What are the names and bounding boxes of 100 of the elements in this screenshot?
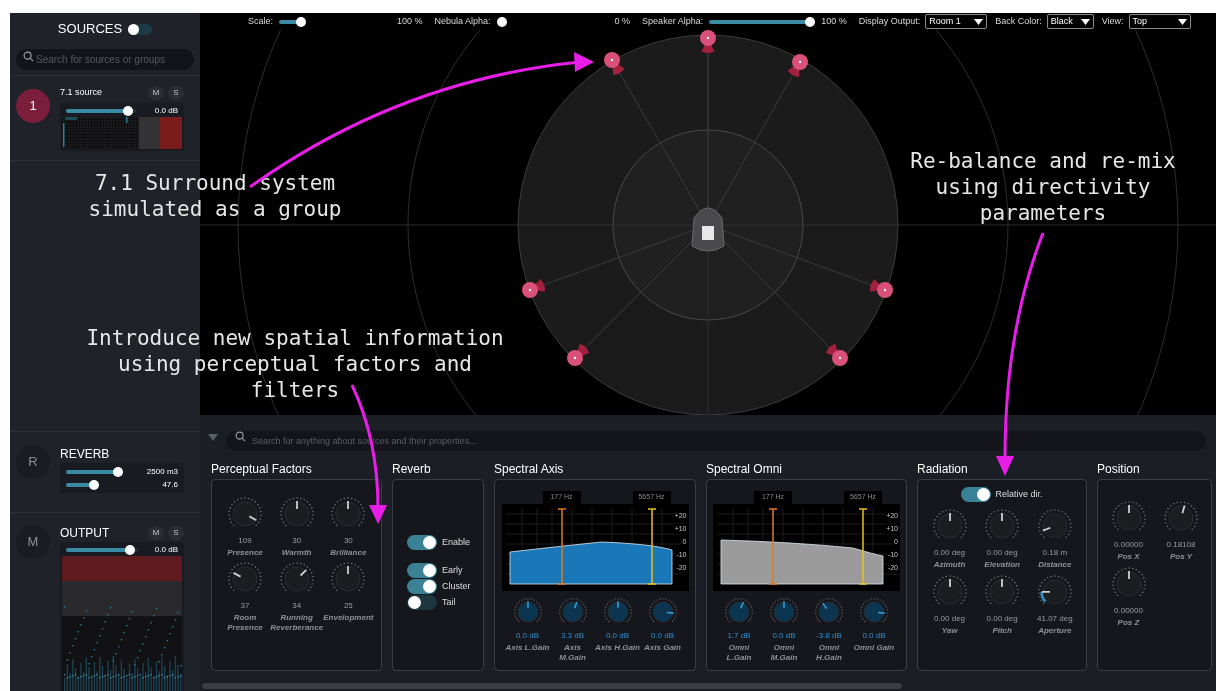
slider-reading: 0 % <box>614 14 631 28</box>
annotation-text: Re-balance and re-mix using directivity parameters <box>910 148 1176 226</box>
knob-value: 0.18 m <box>1042 548 1068 558</box>
slider-label: Nebula Alpha: <box>434 14 491 28</box>
toggle-switch[interactable] <box>407 595 437 610</box>
knob-value: 0.0 dB <box>515 631 540 641</box>
knob-label: Room Presence <box>226 613 264 633</box>
speaker-icon[interactable] <box>825 343 848 366</box>
slider-thumb[interactable] <box>124 545 135 555</box>
knob-label: Warmth <box>281 548 312 558</box>
annotation-text: 7.1 Surround system simulated as a group <box>88 170 342 222</box>
slider-thumb[interactable] <box>805 16 816 27</box>
caret-down-icon <box>1080 18 1090 25</box>
speaker-icon[interactable] <box>522 279 545 298</box>
knob-label: Omni Gain <box>853 643 895 653</box>
knob-value: 3.3 dB <box>560 631 585 641</box>
knob-label: Axis M.Gain <box>558 643 587 663</box>
scrollbar[interactable] <box>202 683 902 689</box>
knob-label: Aperture <box>1038 626 1072 636</box>
reverb-reading: 47.6 <box>162 478 178 491</box>
crossover-marker[interactable] <box>768 508 778 585</box>
knob-label: Distance <box>1038 560 1072 570</box>
speaker-icon[interactable] <box>567 343 590 366</box>
source-name: 7.1 source <box>60 86 103 100</box>
toggle-label: Enable <box>442 535 471 549</box>
knob-label: Omni H.Gain <box>815 643 843 663</box>
knob-value: 30 <box>343 536 353 546</box>
knob-label: Azimuth <box>933 560 966 570</box>
slider-thumb[interactable] <box>89 479 100 490</box>
speaker-icon[interactable] <box>700 30 716 53</box>
slider-reading: 100 % <box>821 14 847 28</box>
slider-thumb[interactable] <box>496 16 507 27</box>
toggle-label: Early <box>442 563 463 577</box>
section-title: Position <box>1097 461 1141 478</box>
search-field[interactable]: Search for sources or groups <box>16 49 194 70</box>
reverb-reading: 2500 m3 <box>146 465 178 478</box>
caret-down-icon <box>1177 18 1187 25</box>
knob-value: 30 <box>292 536 302 546</box>
knob-value: 0.18108 <box>1166 540 1196 550</box>
caret-down-icon[interactable] <box>208 433 218 441</box>
knob-label: Running Reverberance <box>270 613 324 633</box>
dropdown[interactable]: Room 1 <box>925 14 988 29</box>
knob-label: Presence <box>227 548 263 558</box>
slider-label: Scale: <box>248 14 273 28</box>
toggle-switch[interactable] <box>407 563 437 578</box>
solo-button[interactable]: S <box>168 526 184 540</box>
knob-label: Pos X <box>1117 552 1140 562</box>
section-title: Perceptual Factors <box>211 461 313 478</box>
slider-reading: 100 % <box>397 14 423 28</box>
section-title: Spectral Omni <box>706 461 784 478</box>
dropdown-label: Back Color: <box>995 14 1042 28</box>
slider-thumb[interactable] <box>296 16 307 27</box>
group-badge[interactable]: M <box>16 525 50 559</box>
knob-label: Omni L.Gain <box>725 643 753 663</box>
dropdown[interactable]: Top <box>1128 14 1191 29</box>
solo-button[interactable]: S <box>168 86 184 100</box>
search-icon <box>235 431 246 442</box>
source-row[interactable]: 1 7.1 source M S 0.0 dB <box>10 76 200 161</box>
reverb-title: REVERB <box>60 446 111 461</box>
sources-title: SOURCES <box>57 20 123 39</box>
speaker-icon[interactable] <box>604 52 625 75</box>
knob-value: 34 <box>292 601 302 611</box>
mute-button[interactable]: M <box>148 86 164 100</box>
crossover-marker[interactable] <box>646 508 657 585</box>
knob-label: Brilliance <box>330 548 367 558</box>
group-badge[interactable]: R <box>16 445 50 479</box>
knob-value: 0.00 deg <box>986 614 1018 624</box>
knob-label: Pos Z <box>1117 618 1140 628</box>
speaker-icon[interactable] <box>870 279 893 298</box>
section-title: Spectral Axis <box>494 461 565 478</box>
toggle-label: Relative dir. <box>995 487 1043 501</box>
knob-value: 0.00 deg <box>933 614 966 624</box>
toggle-switch[interactable] <box>128 23 153 35</box>
toggle-label: Tail <box>442 595 456 609</box>
knob-label: Omni M.Gain <box>769 643 799 663</box>
knob-label: Axis L.Gain <box>505 643 550 653</box>
knob-value: 0.00000 <box>1114 540 1143 550</box>
crossover-marker[interactable] <box>858 508 868 585</box>
knob-label: Elevation <box>984 560 1020 570</box>
listener-head-icon[interactable] <box>691 207 725 252</box>
speaker-icon[interactable] <box>787 54 808 77</box>
slider-thumb[interactable] <box>112 466 123 477</box>
annotation-text: Introduce new spatial information using perceptual factors and filters <box>86 325 504 403</box>
gain-reading: 0.0 dB <box>154 105 178 117</box>
section-title: Reverb <box>392 461 432 478</box>
search-icon <box>23 51 34 62</box>
knob-value: 37 <box>240 601 250 611</box>
crossover-marker[interactable] <box>556 508 567 585</box>
knob-value: 25 <box>343 601 353 611</box>
group-badge[interactable]: 1 <box>16 89 50 123</box>
slider-thumb[interactable] <box>123 106 133 116</box>
toggle-label: Cluster <box>442 579 471 593</box>
knob-label: Axis H.Gain <box>595 643 640 653</box>
knob-value: 0.0 dB <box>772 631 796 641</box>
toggle-switch[interactable] <box>407 579 437 594</box>
toggle-switch[interactable] <box>961 487 992 502</box>
knob-label: Envelopment <box>323 613 374 623</box>
mute-button[interactable]: M <box>148 526 164 540</box>
dropdown[interactable]: Black <box>1046 14 1094 29</box>
toggle-switch[interactable] <box>407 535 437 550</box>
